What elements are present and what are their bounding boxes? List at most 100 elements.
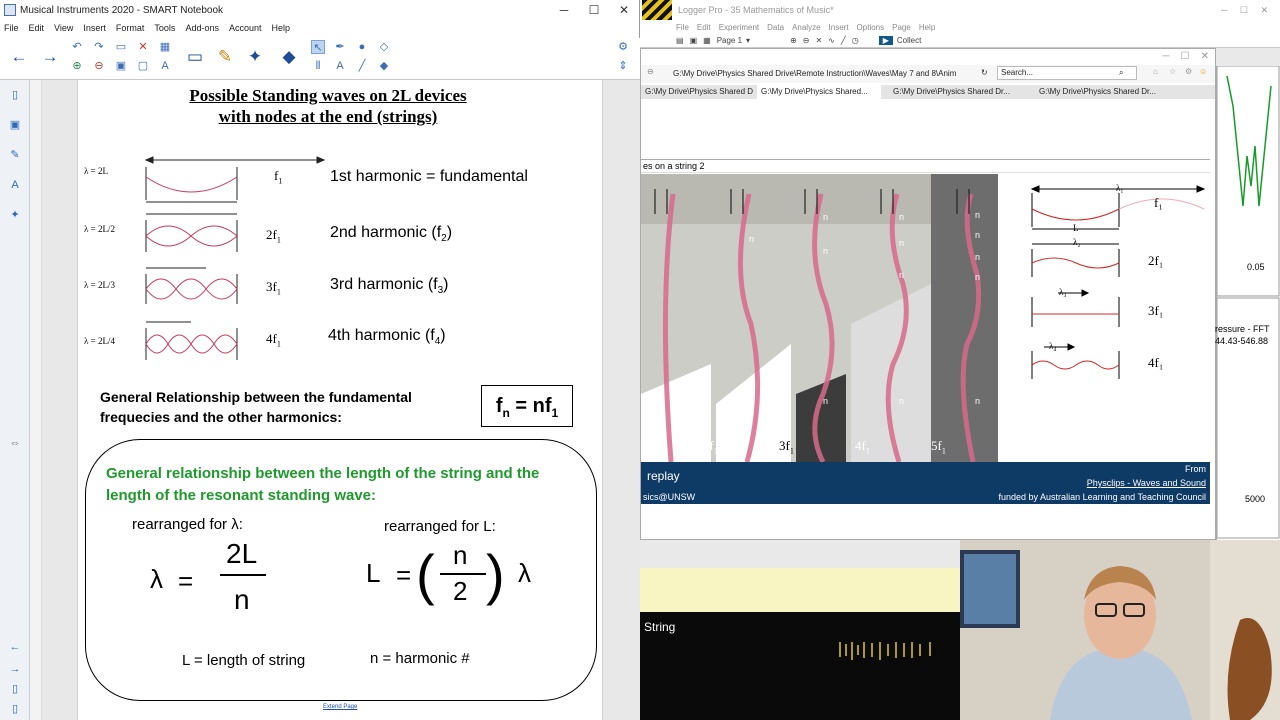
notebook-page[interactable]: Possible Standing waves on 2L devices wi… <box>77 80 603 720</box>
toolbar-move-icon[interactable]: ⇕ <box>616 59 630 73</box>
menu-edit[interactable]: Edit <box>29 23 45 33</box>
logger-window-controls[interactable]: ─ ☐ ✕ <box>1221 5 1268 16</box>
wave-4b <box>145 334 238 354</box>
activity-builder-icon[interactable]: ✦ <box>244 46 266 68</box>
collect-play-icon[interactable]: ▶ <box>878 36 893 45</box>
browser-tabs: G:\My Drive\Physics Shared Dr... G:\My D… <box>641 85 1215 99</box>
logger-menu-insert[interactable]: Insert <box>829 23 849 32</box>
timer-icon[interactable]: ◷ <box>852 36 859 45</box>
search-icon[interactable]: ⌕ <box>1119 68 1123 78</box>
delete-page-icon[interactable]: ⊖ <box>92 59 106 73</box>
save-icon[interactable]: ▣ <box>114 59 128 73</box>
menu-insert[interactable]: Insert <box>83 23 106 33</box>
back-arrow-icon[interactable]: ← <box>8 46 30 68</box>
capture-icon[interactable]: ▭ <box>184 46 206 68</box>
browser-tab-2[interactable]: G:\My Drive\Physics Shared... <box>757 85 881 99</box>
examine-icon[interactable]: ✕ <box>815 36 822 45</box>
menu-view[interactable]: View <box>54 23 73 33</box>
extend-page-link[interactable]: Extend Page <box>323 704 357 710</box>
collect-button[interactable]: Collect <box>897 36 921 45</box>
attachments-icon[interactable]: ✎ <box>8 148 22 162</box>
wave-3 <box>145 278 238 300</box>
browser-tab-4[interactable]: G:\My Drive\Physics Shared Dr... <box>1035 85 1159 99</box>
response-icon[interactable]: ✎ <box>214 46 236 68</box>
panel-resize-icon[interactable]: ⇔ <box>8 436 22 450</box>
logger-menu-analyze[interactable]: Analyze <box>792 23 820 32</box>
add-page-icon[interactable]: ⊕ <box>70 59 84 73</box>
legend-n: n = harmonic # <box>370 650 470 667</box>
logger-menu-options[interactable]: Options <box>857 23 885 32</box>
settings-gear-icon[interactable]: ⚙ <box>616 40 630 54</box>
line-tool-icon[interactable]: ╱ <box>355 59 369 73</box>
page-select[interactable]: Page 1 <box>717 36 742 45</box>
full-screen-icon[interactable]: ▢ <box>136 59 150 73</box>
page-add-icon[interactable]: ▯ <box>8 682 22 696</box>
home-icon[interactable]: ⌂ <box>1153 67 1158 76</box>
close-button[interactable]: ✕ <box>609 3 639 17</box>
text-tool-icon[interactable]: A <box>333 59 347 73</box>
browser-search-input[interactable]: Search... <box>997 66 1137 80</box>
replay-button[interactable]: replay <box>647 469 680 483</box>
browser-window-controls[interactable]: ─ ☐ ✕ <box>1162 51 1209 62</box>
tangent-icon[interactable]: ∿ <box>828 36 835 45</box>
refresh-icon[interactable]: ↻ <box>981 68 988 77</box>
add-ons-icon[interactable]: ✦ <box>8 208 22 222</box>
menu-help[interactable]: Help <box>272 23 291 33</box>
highlighter-tool-icon[interactable]: ◆ <box>377 59 391 73</box>
paren-denominator-2: 2 <box>453 576 468 606</box>
fit-icon[interactable]: ╱ <box>841 36 846 45</box>
browser-tab-3[interactable]: G:\My Drive\Physics Shared Dr... <box>889 85 1017 99</box>
menu-file[interactable]: File <box>4 23 19 33</box>
maximize-button[interactable]: ☐ <box>579 3 609 17</box>
eraser-tool-icon[interactable]: ◇ <box>377 40 391 54</box>
menu-format[interactable]: Format <box>116 23 145 33</box>
diagram-L: L <box>1073 223 1079 233</box>
page-sorter-icon[interactable]: ▯ <box>8 88 22 102</box>
smiley-icon[interactable]: ☺ <box>1199 67 1207 76</box>
page-remove-icon[interactable]: ▯ <box>8 702 22 716</box>
redo-icon[interactable]: ↷ <box>92 40 106 54</box>
physclips-video[interactable]: n n n n n n n n n n n n n n n 2f1 3f1 4f… <box>641 174 998 462</box>
browser-address[interactable]: G:\My Drive\Physics Shared Drive\Remote … <box>673 69 985 78</box>
logger-menu-edit[interactable]: Edit <box>697 23 711 32</box>
open-file-icon[interactable]: ▤ <box>676 36 684 45</box>
undo-icon[interactable]: ↶ <box>70 40 84 54</box>
settings-icon[interactable]: ⚙ <box>1185 67 1192 76</box>
previous-page-icon[interactable]: ← <box>8 640 22 654</box>
logger-graph-panel[interactable]: 0.05 ressure - FFT 44.43-546.88 5000 <box>1215 66 1280 540</box>
menu-tools[interactable]: Tools <box>154 23 175 33</box>
vertical-scrollbar[interactable] <box>30 80 42 720</box>
table-icon[interactable]: ▦ <box>158 40 172 54</box>
screen-shade-icon[interactable]: ▭ <box>114 40 128 54</box>
save-file-icon[interactable]: ▣ <box>690 36 698 45</box>
logger-menu-file[interactable]: File <box>676 23 689 32</box>
menu-add-ons[interactable]: Add-ons <box>185 23 219 33</box>
video-strings-svg <box>641 174 998 462</box>
browser-back-icon[interactable]: ⊖ <box>647 67 654 76</box>
logger-menu-help[interactable]: Help <box>919 23 935 32</box>
select-tool-icon[interactable]: ↖ <box>311 40 325 54</box>
logger-menu-experiment[interactable]: Experiment <box>719 23 759 32</box>
delete-icon[interactable]: ✕ <box>136 40 150 54</box>
menu-account[interactable]: Account <box>229 23 262 33</box>
zoom-in-icon[interactable]: ⊕ <box>790 36 797 45</box>
pen-tool-icon[interactable]: ✒ <box>333 40 347 54</box>
gallery-icon[interactable]: ▣ <box>8 118 22 132</box>
browser-tab-1[interactable]: G:\My Drive\Physics Shared Dr... <box>641 85 753 99</box>
zoom-out-icon[interactable]: ⊖ <box>803 36 810 45</box>
logger-menu-data[interactable]: Data <box>767 23 784 32</box>
minimize-button[interactable]: ─ <box>549 3 579 17</box>
shapes-tool-icon[interactable]: ⦀ <box>311 59 325 73</box>
lab-icon[interactable]: ◆ <box>278 46 300 68</box>
page-dropdown-icon[interactable]: ▾ <box>746 36 750 45</box>
fill-tool-icon[interactable]: ● <box>355 40 369 54</box>
properties-icon[interactable]: A <box>8 178 22 192</box>
next-page-icon[interactable]: → <box>8 662 22 676</box>
logger-menu-page[interactable]: Page <box>892 23 911 32</box>
print-icon[interactable]: ▦ <box>703 36 711 45</box>
favorites-icon[interactable]: ☆ <box>1169 67 1176 76</box>
denominator-n: n <box>234 584 250 615</box>
forward-arrow-icon[interactable]: → <box>39 46 61 68</box>
document-camera-icon[interactable]: A <box>158 59 172 73</box>
physclips-link[interactable]: Physclips - Waves and Sound <box>1087 478 1206 488</box>
